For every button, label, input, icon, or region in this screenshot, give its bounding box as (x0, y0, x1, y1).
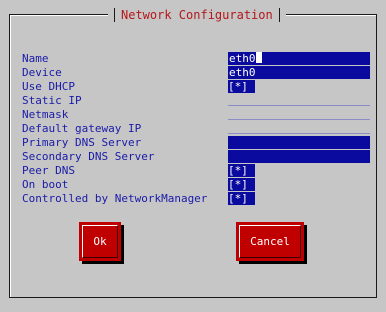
title-right-tick (278, 8, 280, 22)
checkbox-peer-dns[interactable]: [*] (228, 164, 255, 177)
input-name-value: eth0 (229, 52, 256, 65)
dialog-title: Network Configuration (121, 8, 273, 22)
label-netmask: Netmask (22, 108, 69, 121)
label-name: Name (22, 52, 49, 65)
input-primary-dns-server[interactable] (228, 136, 370, 149)
checkbox-on-boot[interactable]: [*] (228, 178, 255, 191)
text-cursor (255, 52, 262, 63)
label-use-dhcp: Use DHCP (22, 80, 75, 93)
cancel-button[interactable]: Cancel (236, 222, 304, 261)
checkbox-controlled-by-networkmanager[interactable]: [*] (228, 192, 255, 205)
ok-button[interactable]: Ok (79, 222, 121, 261)
label-on-boot: On boot (22, 178, 69, 191)
input-device-value: eth0 (229, 66, 256, 79)
input-static-ip[interactable] (228, 104, 370, 106)
label-secondary-dns-server: Secondary DNS Server (22, 150, 155, 163)
input-secondary-dns-server[interactable] (228, 150, 370, 163)
input-device[interactable]: eth0 (228, 66, 370, 79)
input-default-gateway-ip[interactable] (228, 132, 370, 134)
label-device: Device (22, 66, 62, 79)
dialog-title-bar: Network Configuration (108, 6, 286, 24)
checkbox-use-dhcp[interactable]: [*] (228, 80, 255, 93)
label-static-ip: Static IP (22, 94, 82, 107)
label-controlled-by-networkmanager: Controlled by NetworkManager (22, 192, 208, 205)
label-default-gateway-ip: Default gateway IP (22, 122, 142, 135)
ok-button-label: Ok (93, 235, 107, 248)
label-peer-dns: Peer DNS (22, 164, 75, 177)
input-name[interactable]: eth0 (228, 52, 370, 65)
label-primary-dns-server: Primary DNS Server (22, 136, 142, 149)
input-netmask[interactable] (228, 118, 370, 120)
cancel-button-label: Cancel (250, 235, 290, 248)
